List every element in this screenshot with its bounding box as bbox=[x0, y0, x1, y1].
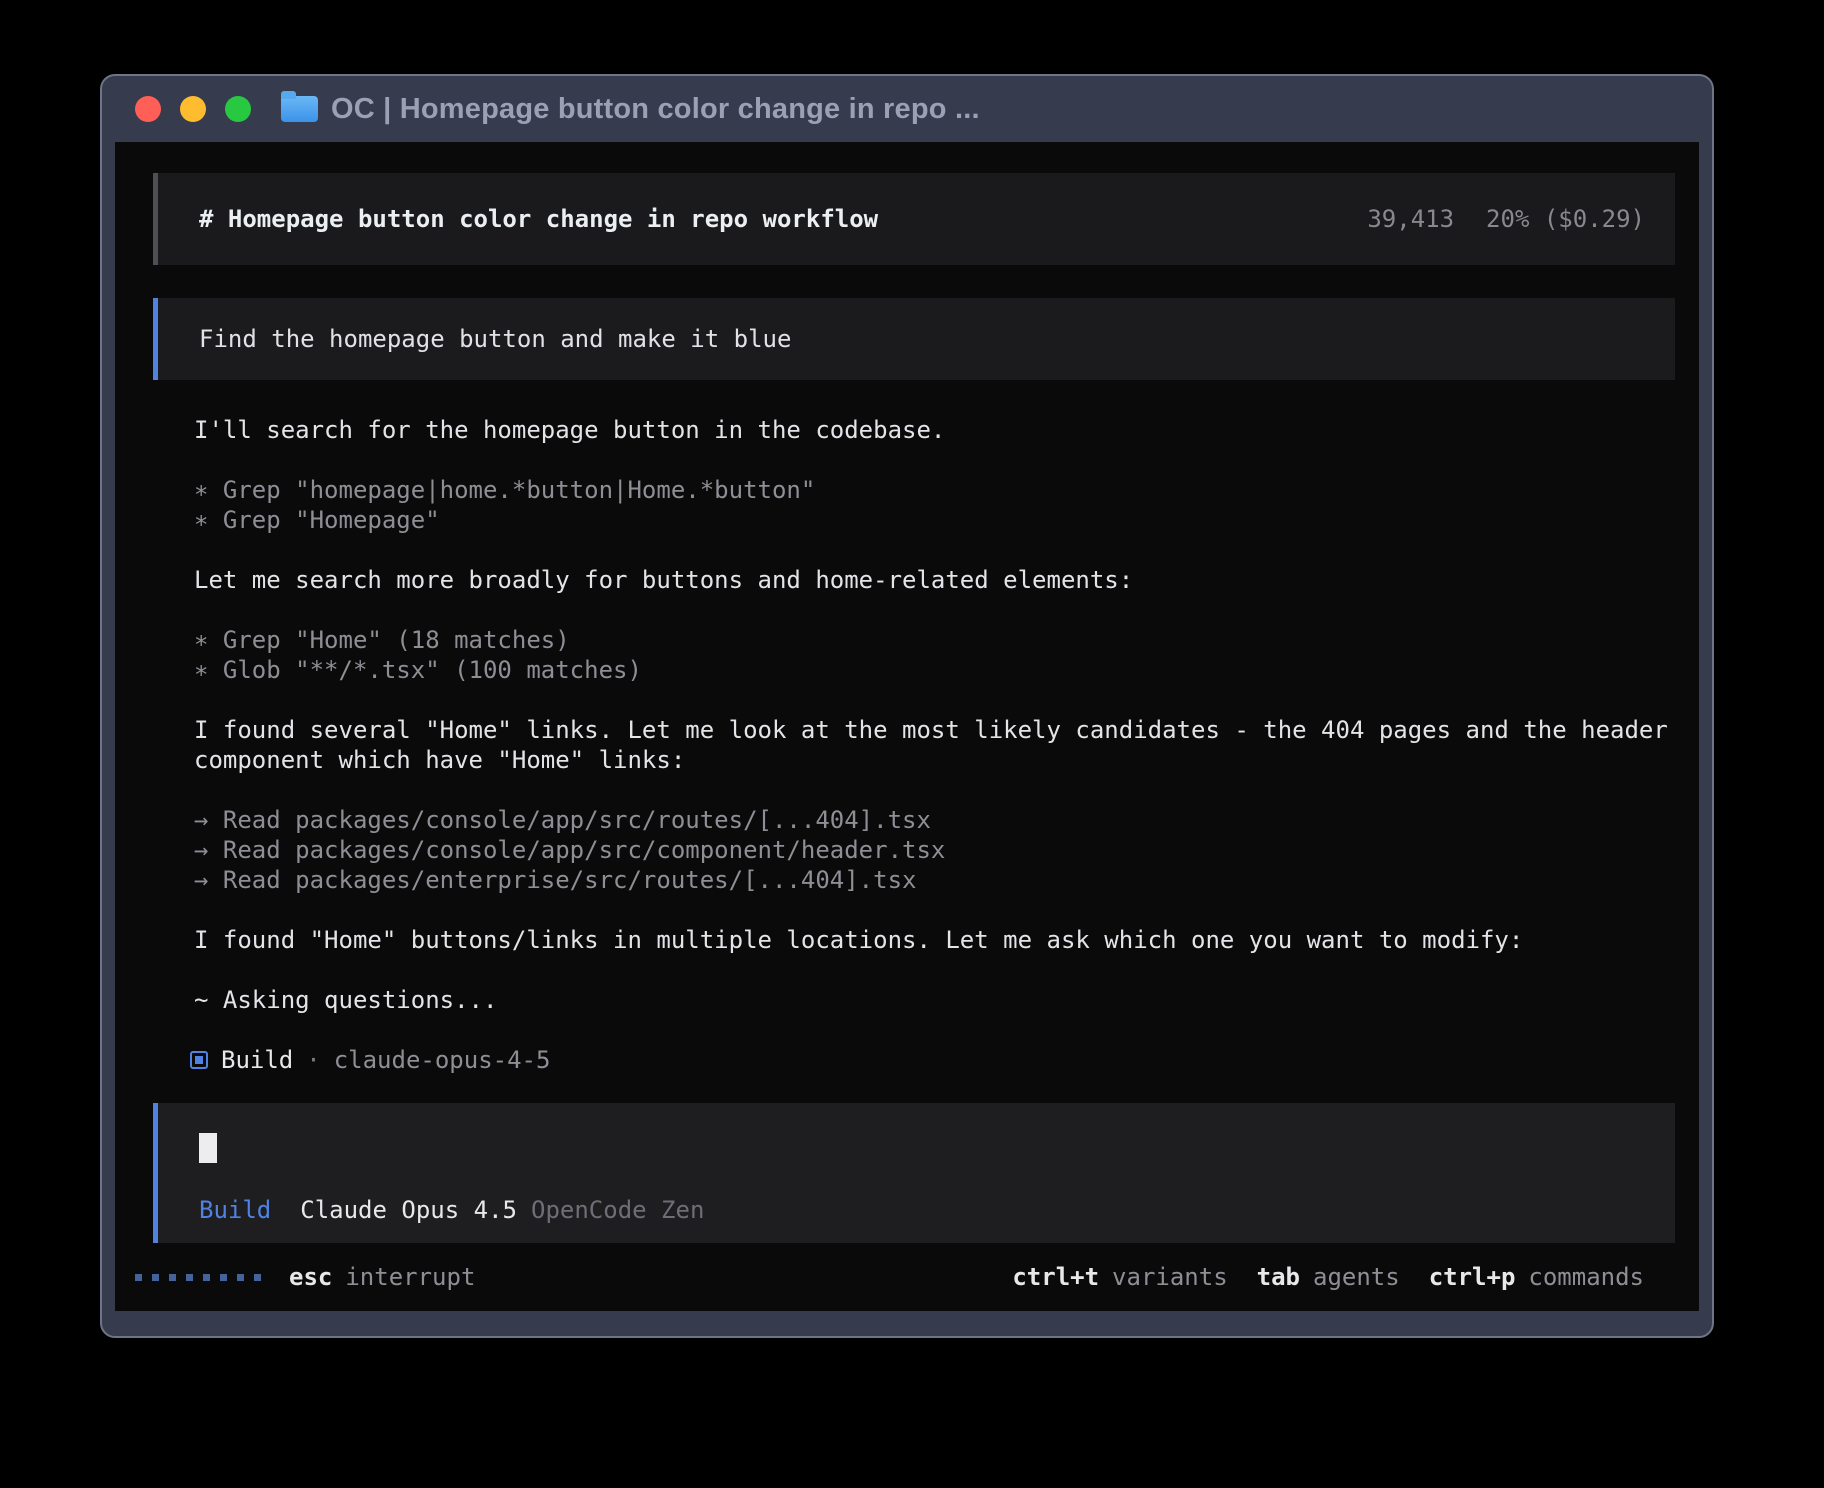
spinner-dot-icon bbox=[135, 1274, 142, 1281]
zoom-button-icon[interactable] bbox=[225, 96, 251, 122]
user-message-text: Find the homepage button and make it blu… bbox=[199, 325, 791, 353]
agent-build-icon bbox=[190, 1051, 208, 1069]
window-title: OC | Homepage button color change in rep… bbox=[331, 93, 980, 126]
shortcut-commands: ctrl+p commands bbox=[1429, 1263, 1644, 1291]
minimize-button-icon[interactable] bbox=[180, 96, 206, 122]
conversation-line bbox=[194, 955, 1679, 985]
shortcut-label: variants bbox=[1112, 1263, 1228, 1291]
close-button-icon[interactable] bbox=[135, 96, 161, 122]
conversation-line bbox=[194, 1015, 1679, 1045]
agent-model: claude-opus-4-5 bbox=[334, 1046, 551, 1074]
prompt-input[interactable]: Build Claude Opus 4.5 OpenCode Zen bbox=[153, 1103, 1675, 1243]
input-status-row: Build Claude Opus 4.5 OpenCode Zen bbox=[199, 1195, 1645, 1225]
user-message: Find the homepage button and make it blu… bbox=[153, 298, 1675, 380]
spinner-dot-icon bbox=[169, 1274, 176, 1281]
conversation-line bbox=[194, 775, 1679, 805]
esc-label: interrupt bbox=[345, 1263, 475, 1291]
shortcut-interrupt: esc interrupt bbox=[289, 1263, 475, 1291]
terminal-content: # Homepage button color change in repo w… bbox=[115, 142, 1699, 1311]
conversation-line bbox=[194, 595, 1679, 625]
status-bar: esc interrupt ctrl+tvariantstabagentsctr… bbox=[135, 1262, 1644, 1292]
shortcut-agents: tab agents bbox=[1257, 1263, 1400, 1291]
conversation-line: I found "Home" buttons/links in multiple… bbox=[194, 925, 1679, 955]
traffic-lights bbox=[135, 96, 251, 122]
title-bar[interactable]: OC | Homepage button color change in rep… bbox=[102, 76, 1712, 142]
spinner-dot-icon bbox=[186, 1274, 193, 1281]
spinner-dot-icon bbox=[220, 1274, 227, 1281]
conversation-line bbox=[194, 535, 1679, 565]
shortcut-variants: ctrl+t variants bbox=[1012, 1263, 1227, 1291]
conversation: I'll search for the homepage button in t… bbox=[194, 415, 1679, 1045]
shortcut-hints: ctrl+t variants tab agents ctrl+p commands bbox=[1012, 1263, 1644, 1291]
session-stats: 39,413 20% ($0.29) bbox=[1367, 205, 1645, 233]
provider-name: OpenCode Zen bbox=[531, 1195, 704, 1225]
agent-separator: · bbox=[306, 1046, 320, 1074]
model-name[interactable]: Claude Opus 4.5 bbox=[300, 1195, 517, 1225]
conversation-line: I'll search for the homepage button in t… bbox=[194, 415, 1679, 445]
conversation-line: ∗ Glob "**/*.tsx" (100 matches) bbox=[194, 655, 1679, 685]
conversation-line: → Read packages/console/app/src/routes/[… bbox=[194, 805, 1679, 835]
mode-label[interactable]: Build bbox=[199, 1195, 271, 1225]
shortcut-label: agents bbox=[1313, 1263, 1400, 1291]
agent-name: Build bbox=[221, 1046, 293, 1074]
spinner-dot-icon bbox=[254, 1274, 261, 1281]
session-header: # Homepage button color change in repo w… bbox=[153, 173, 1675, 265]
conversation-line bbox=[194, 895, 1679, 925]
spinner-dot-icon bbox=[152, 1274, 159, 1281]
desktop: { "window": { "title": "OC | Homepage bu… bbox=[0, 0, 1824, 1488]
conversation-line bbox=[194, 685, 1679, 715]
conversation-line: → Read packages/enterprise/src/routes/[.… bbox=[194, 865, 1679, 895]
conversation-line: ∗ Grep "homepage|home.*button|Home.*butt… bbox=[194, 475, 1679, 505]
folder-icon bbox=[281, 96, 318, 122]
text-cursor bbox=[199, 1133, 217, 1163]
shortcut-key: tab bbox=[1257, 1263, 1300, 1291]
conversation-line: Let me search more broadly for buttons a… bbox=[194, 565, 1679, 595]
conversation-line: I found several "Home" links. Let me loo… bbox=[194, 715, 1679, 775]
esc-key: esc bbox=[289, 1263, 332, 1291]
conversation-line bbox=[194, 445, 1679, 475]
shortcut-label: commands bbox=[1528, 1263, 1644, 1291]
window-bottom-edge bbox=[102, 1311, 1712, 1336]
conversation-line: ∗ Grep "Home" (18 matches) bbox=[194, 625, 1679, 655]
conversation-line: → Read packages/console/app/src/componen… bbox=[194, 835, 1679, 865]
agent-status-row: Build · claude-opus-4-5 bbox=[190, 1045, 1675, 1075]
spinner-dots bbox=[135, 1274, 261, 1281]
token-count: 39,413 bbox=[1367, 205, 1454, 233]
terminal-window: OC | Homepage button color change in rep… bbox=[100, 74, 1714, 1338]
spinner-dot-icon bbox=[237, 1274, 244, 1281]
conversation-line: ∗ Grep "Homepage" bbox=[194, 505, 1679, 535]
conversation-line: ~ Asking questions... bbox=[194, 985, 1679, 1015]
shortcut-key: ctrl+t bbox=[1012, 1263, 1099, 1291]
shortcut-key: ctrl+p bbox=[1429, 1263, 1516, 1291]
context-cost: 20% ($0.29) bbox=[1486, 205, 1645, 233]
session-title: # Homepage button color change in repo w… bbox=[199, 205, 878, 233]
spinner-dot-icon bbox=[203, 1274, 210, 1281]
